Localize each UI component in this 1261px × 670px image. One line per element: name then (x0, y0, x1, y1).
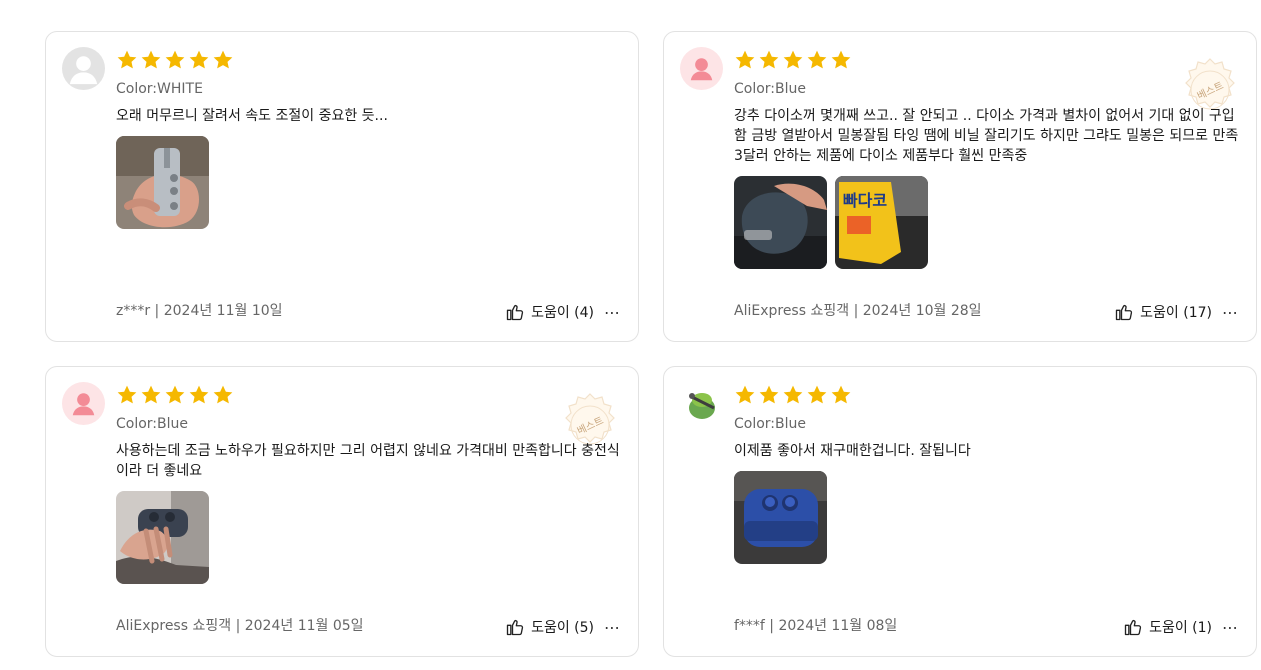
more-options-icon[interactable]: ⋯ (604, 303, 620, 322)
review-card: Color:Blue 이제품 좋아서 재구매한겁니다. 잘됩니다 f***f |… (663, 366, 1257, 657)
review-image[interactable] (734, 176, 827, 269)
star-icon (806, 49, 828, 71)
star-icon (116, 49, 138, 71)
helpful-button[interactable]: 도움이 (1) (1123, 617, 1212, 637)
review-meta: AliExpress 쇼핑객 | 2024년 10월 28일 (734, 303, 982, 319)
star-icon (806, 384, 828, 406)
helpful-count: 도움이 (1) (1149, 620, 1212, 636)
star-icon (188, 49, 210, 71)
review-actions: 도움이 (5) ⋯ (505, 617, 620, 637)
star-icon (164, 49, 186, 71)
star-icon (734, 49, 756, 71)
product-variant: Color:Blue (734, 81, 807, 97)
review-card: 베스트 Color:Blue 강추 다이소꺼 몇개째 쓰고.. 잘 안되고 ..… (663, 31, 1257, 342)
thumbs-up-icon (505, 302, 525, 322)
review-text: 사용하는데 조금 노하우가 필요하지만 그리 어렵지 않네요 가격대비 만족합니… (116, 443, 620, 479)
star-icon (164, 384, 186, 406)
thumbs-up-icon (1114, 302, 1134, 322)
review-card: 베스트 Color:Blue 사용하는데 조금 노하우가 필요하지만 그리 어렵… (45, 366, 639, 657)
star-icon (830, 384, 852, 406)
star-icon (782, 49, 804, 71)
review-actions: 도움이 (4) ⋯ (505, 302, 620, 322)
helpful-button[interactable]: 도움이 (5) (505, 617, 594, 637)
person-icon (62, 47, 105, 90)
user-photo-icon (681, 383, 722, 424)
review-images (734, 471, 827, 564)
review-text: 이제품 좋아서 재구매한겁니다. 잘됩니다 (734, 443, 971, 459)
star-rating (734, 49, 852, 71)
helpful-count: 도움이 (17) (1140, 305, 1212, 321)
more-options-icon[interactable]: ⋯ (604, 618, 620, 637)
product-variant: Color:WHITE (116, 81, 203, 97)
person-icon (680, 47, 723, 90)
product-variant: Color:Blue (734, 416, 807, 432)
star-rating (116, 49, 234, 71)
star-rating (734, 384, 852, 406)
helpful-button[interactable]: 도움이 (17) (1114, 302, 1212, 322)
star-icon (734, 384, 756, 406)
star-icon (782, 384, 804, 406)
star-icon (758, 384, 780, 406)
star-icon (758, 49, 780, 71)
person-icon (62, 382, 105, 425)
review-text: 강추 다이소꺼 몇개째 쓰고.. 잘 안되고 .. 다이소 가격과 별차이 없어… (734, 108, 1239, 164)
user-avatar (680, 47, 723, 90)
review-image[interactable] (116, 136, 209, 229)
star-icon (212, 384, 234, 406)
user-avatar (62, 47, 105, 90)
helpful-count: 도움이 (5) (531, 620, 594, 636)
star-icon (188, 384, 210, 406)
star-icon (212, 49, 234, 71)
helpful-count: 도움이 (4) (531, 305, 594, 321)
star-icon (140, 384, 162, 406)
review-actions: 도움이 (1) ⋯ (1123, 617, 1238, 637)
thumbs-up-icon (1123, 617, 1143, 637)
product-variant: Color:Blue (116, 416, 189, 432)
review-actions: 도움이 (17) ⋯ (1114, 302, 1238, 322)
star-rating (116, 384, 234, 406)
thumbs-up-icon (505, 617, 525, 637)
star-icon (140, 49, 162, 71)
review-text: 오래 머무르니 잘려서 속도 조절이 중요한 듯... (116, 108, 388, 124)
review-card: Color:WHITE 오래 머무르니 잘려서 속도 조절이 중요한 듯... … (45, 31, 639, 342)
review-meta: f***f | 2024년 11월 08일 (734, 618, 898, 634)
snack-label: 빠다코 (843, 191, 887, 210)
helpful-button[interactable]: 도움이 (4) (505, 302, 594, 322)
star-icon (830, 49, 852, 71)
user-avatar (62, 382, 105, 425)
review-image[interactable]: 빠다코 (835, 176, 928, 269)
review-images (116, 491, 209, 584)
user-avatar (680, 382, 723, 425)
review-images (116, 136, 209, 229)
more-options-icon[interactable]: ⋯ (1222, 303, 1238, 322)
star-icon (116, 384, 138, 406)
review-image[interactable] (116, 491, 209, 584)
review-meta: AliExpress 쇼핑객 | 2024년 11월 05일 (116, 618, 364, 634)
more-options-icon[interactable]: ⋯ (1222, 618, 1238, 637)
review-image[interactable] (734, 471, 827, 564)
review-meta: z***r | 2024년 11월 10일 (116, 303, 283, 319)
review-images: 빠다코 (734, 176, 928, 269)
